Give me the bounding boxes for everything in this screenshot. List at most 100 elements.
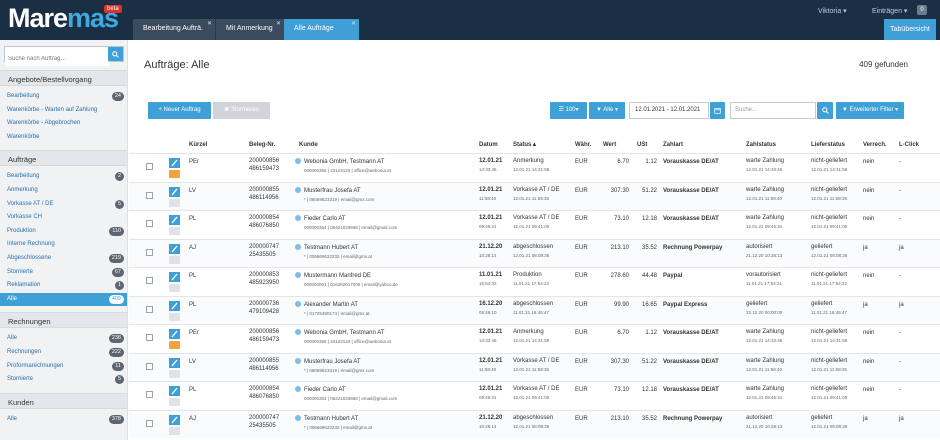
search-input[interactable]: Suche... [730,102,816,119]
sidebar-item[interactable]: Warenkörbe - Abgebrochen [0,117,127,130]
calendar-button[interactable] [710,102,725,119]
table-row[interactable]: PL 200000853 485923950 Mustermann Manfre… [129,267,940,295]
date-range-field[interactable]: 12.01.2021 - 12.01.2021 [629,102,709,119]
table-row[interactable]: PEr 200000856 486159473 Webonia GmbH, Te… [129,324,940,352]
row-kunde[interactable]: Alexander Martin AT [295,300,358,308]
sidebar-item[interactable]: Proformarechnungen 11 [0,360,127,373]
edit-button[interactable] [169,357,180,368]
row-checkbox[interactable] [146,277,153,284]
column-header[interactable]: Lieferstatus [811,142,845,148]
row-checkbox[interactable] [146,419,153,427]
sidebar-section-title[interactable]: Rechnungen [0,312,127,329]
sidebar-item[interactable]: Interne Rechnung [0,238,127,251]
notification-badge[interactable]: 0 [917,5,927,15]
comment-icon[interactable] [169,312,180,321]
row-checkbox[interactable] [146,391,153,398]
row-checkbox[interactable] [146,191,153,199]
per-page-select[interactable]: ☰ 100▾ [550,102,587,119]
search-button[interactable] [817,102,833,119]
tab-alle-auftraege[interactable]: Alle Aufträge ✕ [284,19,359,40]
row-kunde[interactable]: Mustermann Manfred DE [295,272,371,279]
comment-icon[interactable] [169,227,180,235]
comment-icon[interactable] [169,369,180,378]
advanced-filter-button[interactable]: ▼ Erweiterter Filter ▾ [836,102,904,119]
table-row[interactable]: LV 200000855 486114956 Musterfrau Josefa… [129,352,940,381]
column-header[interactable]: Zahlart [663,142,683,148]
edit-button[interactable] [169,300,180,311]
logo[interactable]: Maremas beta [6,1,128,39]
column-header[interactable]: Währ. [575,142,591,148]
settings-menu[interactable]: Einträgen ▾ [872,7,907,15]
sidebar-item[interactable]: Warenkörbe - Warten auf Zahlung [0,104,127,117]
row-checkbox[interactable] [146,334,153,341]
edit-button[interactable] [169,215,180,225]
comment-icon[interactable] [169,170,180,178]
column-header[interactable]: Kürzel [189,142,207,148]
row-checkbox[interactable] [146,220,153,227]
comment-icon[interactable] [169,426,180,435]
search-button[interactable] [108,47,123,61]
row-kunde[interactable]: Fieder Carlo AT [295,386,346,393]
comment-icon[interactable] [169,255,180,264]
row-kunde[interactable]: Webonia GmbH, Testmann AT [295,158,384,165]
comment-icon[interactable] [169,341,180,349]
column-header[interactable]: L-Click [899,142,919,148]
cancel-order-button[interactable]: ✖ Stornieren [213,102,270,119]
column-header[interactable]: Zahlstatus [746,142,776,148]
sidebar-item[interactable]: Vorkasse AT / DE 5 [0,198,127,211]
sidebar-item[interactable]: Abgeschlossene 219 [0,252,127,265]
sidebar-search-input[interactable] [5,52,109,66]
row-kunde[interactable]: Fieder Carlo AT [295,215,346,222]
edit-button[interactable] [169,272,180,282]
column-header[interactable]: Beleg-Nr. [249,142,275,148]
column-header[interactable]: Kunde [299,142,318,148]
sidebar-item[interactable]: Anmerkung [0,184,127,197]
sidebar-item[interactable]: Warenkörbe [0,131,127,144]
filter-select[interactable]: ▼ Alle ▾ [589,102,625,119]
edit-button[interactable] [169,414,180,425]
close-icon[interactable]: ✕ [351,20,356,27]
tab-overview-button[interactable]: Tabübersicht [884,19,936,40]
sidebar-item[interactable]: Bearbeitung 24 [0,90,127,103]
sidebar-item[interactable]: Bearbeitung 2 [0,170,127,183]
edit-button[interactable] [169,186,180,197]
row-kunde[interactable]: Testmann Hubert AT [295,414,358,422]
column-header[interactable]: Status▲ [513,142,537,148]
column-header[interactable]: Verrech. [863,142,887,148]
row-kunde[interactable]: Musterfrau Josefa AT [295,357,361,365]
column-header[interactable]: Wert [603,142,616,148]
table-row[interactable]: PL 200000854 486076850 Fieder Carlo AT 0… [129,210,940,238]
edit-button[interactable] [169,386,180,396]
table-row[interactable]: PEr 200000856 486159473 Webonia GmbH, Te… [129,153,940,181]
sidebar-section-title[interactable]: Angebote/Bestellvorgang [0,70,127,86]
row-kunde[interactable]: Musterfrau Josefa AT [295,186,361,194]
comment-icon[interactable] [169,198,180,207]
sidebar-item[interactable]: Stornierte 5 [0,373,127,386]
edit-button[interactable] [169,329,180,339]
row-checkbox[interactable] [146,362,153,370]
tab-bearbeitung[interactable]: Bearbeitung Aufträ. ✕ [133,19,215,40]
table-row[interactable]: AJ 200000747 25435505 Testmann Hubert AT… [129,238,940,267]
edit-button[interactable] [169,158,180,168]
table-row[interactable]: PL 200000736 479109428 Alexander Martin … [129,295,940,324]
tab-anmerkung[interactable]: Mit Anmerkung ✕ [215,19,284,40]
table-row[interactable]: AJ 200000747 25435505 Testmann Hubert AT… [129,409,940,438]
comment-icon[interactable] [169,284,180,292]
new-order-button[interactable]: + Neuer Auftrag [148,102,211,119]
row-checkbox[interactable] [146,305,153,313]
sidebar-item[interactable]: Vorkasse CH [0,211,127,224]
row-kunde[interactable]: Testmann Hubert AT [295,243,358,251]
sidebar-item[interactable]: Alle 238 [0,332,127,345]
sidebar-item[interactable]: Produktion 110 [0,225,127,238]
row-checkbox[interactable] [146,248,153,256]
row-kunde[interactable]: Webonia GmbH, Testmann AT [295,329,384,336]
edit-button[interactable] [169,243,180,254]
sidebar-item[interactable]: Stornierte 67 [0,266,127,279]
close-icon[interactable]: ✕ [276,20,281,27]
row-checkbox[interactable] [146,163,153,170]
user-menu[interactable]: Viktoria ▾ [818,7,847,15]
column-header[interactable]: Datum [479,142,498,148]
sidebar-item[interactable]: Alle 409 [0,292,127,306]
sidebar-item[interactable]: Reklamation 1 [0,279,127,292]
table-row[interactable]: LV 200000855 486114956 Musterfrau Josefa… [129,181,940,210]
